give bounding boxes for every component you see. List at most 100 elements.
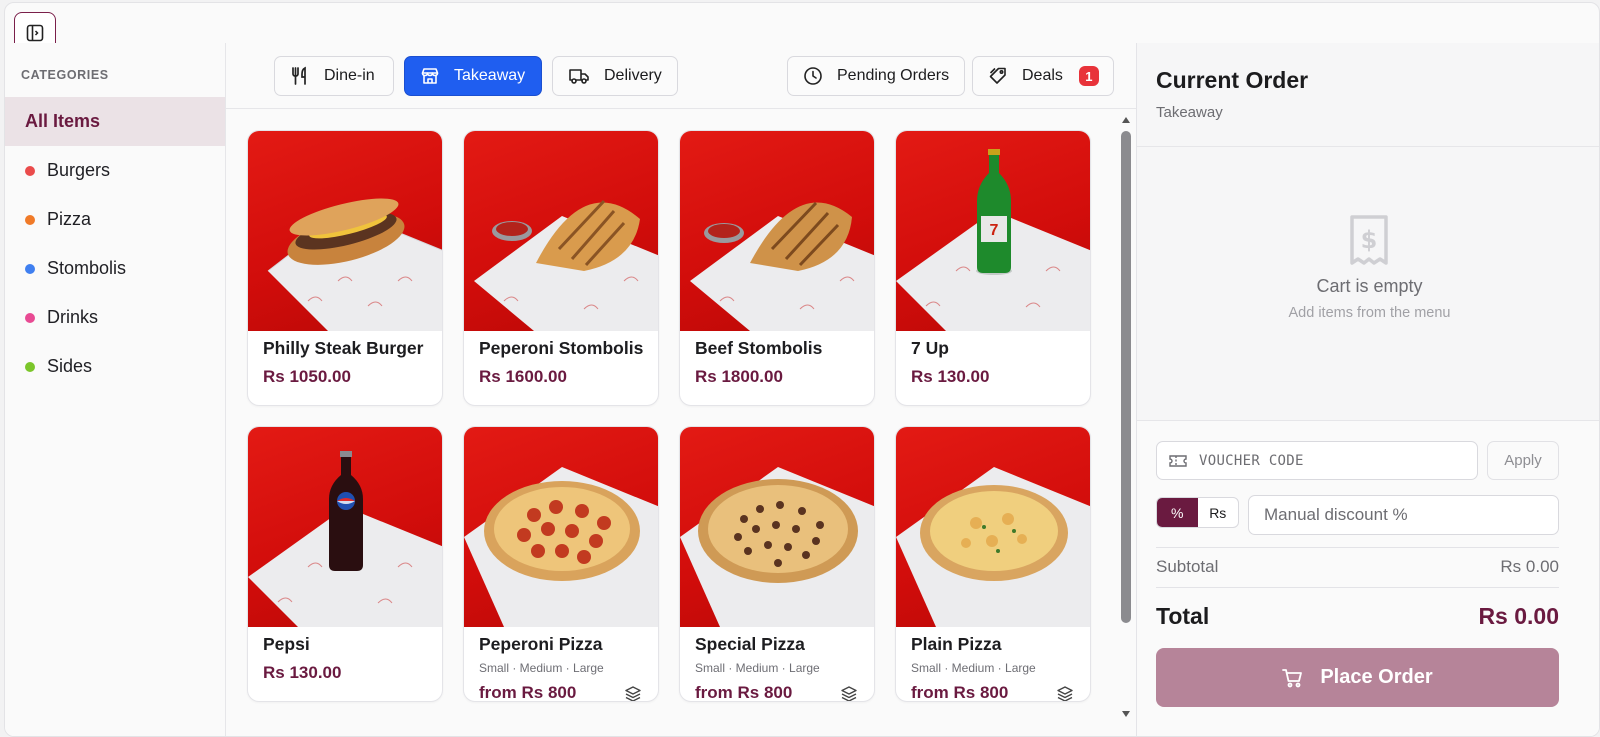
takeaway-button[interactable]: Takeaway (404, 56, 542, 96)
product-image: 7 (896, 131, 1090, 331)
product-price: from Rs 800 (479, 683, 577, 702)
category-sidebar: CATEGORIES All Items Burgers Pizza Stomb… (5, 43, 226, 736)
takeaway-label: Takeaway (454, 67, 526, 84)
order-header: Current Order Takeaway (1137, 43, 1599, 147)
category-label: Stombolis (47, 258, 127, 278)
product-name: Peperoni Stombolis (479, 338, 644, 358)
divider (1156, 547, 1559, 548)
category-label: Sides (47, 356, 93, 376)
current-order-panel: Current Order Takeaway $ Cart is empty A… (1136, 43, 1599, 736)
svg-text:$: $ (1361, 226, 1378, 254)
scrollbar-thumb[interactable] (1121, 131, 1131, 623)
product-sizes: Small · Medium · Large (911, 661, 1036, 675)
voucher-placeholder: VOUCHER CODE (1199, 452, 1304, 469)
product-image (464, 427, 658, 627)
product-price: Rs 130.00 (911, 367, 990, 386)
product-price: Rs 130.00 (263, 663, 342, 682)
category-label: Drinks (47, 307, 99, 327)
place-order-button[interactable]: Place Order (1156, 648, 1559, 707)
product-image (248, 427, 442, 627)
cart-icon (1282, 668, 1303, 687)
subtotal-value: Rs 0.00 (1500, 557, 1559, 576)
manual-discount-input[interactable]: Manual discount % (1248, 495, 1559, 535)
product-name: Peperoni Pizza (479, 634, 603, 654)
category-dot (25, 361, 35, 372)
product-card-philly-steak-burger[interactable]: Philly Steak Burger Rs 1050.00 (247, 130, 443, 406)
ticket-icon (1169, 454, 1187, 467)
product-image (464, 131, 658, 331)
utensils-icon (292, 66, 306, 85)
product-card-7-up[interactable]: 7 7 Up Rs 130.00 (895, 130, 1091, 406)
product-name: Special Pizza (695, 634, 805, 654)
category-burgers[interactable]: Burgers (5, 146, 225, 195)
product-card-beef-stombolis[interactable]: Beef Stombolis Rs 1800.00 (679, 130, 875, 406)
product-card-special-pizza[interactable]: Special Pizza Small · Medium · Large fro… (679, 426, 875, 702)
deals-button[interactable]: Deals 1 (972, 56, 1114, 96)
product-price: Rs 1050.00 (263, 367, 351, 386)
product-name: Philly Steak Burger (263, 338, 424, 358)
product-card-peperoni-pizza[interactable]: Peperoni Pizza Small · Medium · Large fr… (463, 426, 659, 702)
order-mode-label: Takeaway (1156, 104, 1223, 121)
product-image (248, 131, 442, 331)
category-all-items[interactable]: All Items (5, 97, 225, 146)
voucher-code-input[interactable]: VOUCHER CODE (1156, 441, 1478, 480)
layers-icon (625, 686, 641, 701)
category-sides[interactable]: Sides (5, 342, 225, 391)
product-image (680, 131, 874, 331)
product-price: from Rs 800 (911, 683, 1009, 702)
scroll-down-arrow-icon[interactable] (1121, 710, 1131, 718)
product-name: Pepsi (263, 634, 310, 654)
tag-icon (989, 67, 1006, 84)
delivery-label: Delivery (604, 67, 662, 84)
product-grid: Philly Steak Burger Rs 1050.00 Peperoni … (226, 109, 1116, 736)
category-drinks[interactable]: Drinks (5, 293, 225, 342)
total-value: Rs 0.00 (1478, 603, 1559, 629)
divider (1156, 587, 1559, 588)
product-name: 7 Up (911, 338, 949, 358)
order-summary: VOUCHER CODE Apply % Rs Manual discount … (1137, 420, 1599, 736)
empty-cart-title: Cart is empty (1316, 276, 1423, 296)
product-image (896, 427, 1090, 627)
product-grid-scrollbar[interactable] (1116, 109, 1136, 736)
product-card-plain-pizza[interactable]: Plain Pizza Small · Medium · Large from … (895, 426, 1091, 702)
category-label: Burgers (47, 160, 111, 180)
percent-discount-option[interactable]: % (1157, 498, 1198, 527)
receipt-dollar-icon: $ (1350, 215, 1388, 265)
order-title: Current Order (1156, 67, 1309, 93)
category-label: All Items (25, 111, 101, 131)
category-stombolis[interactable]: Stombolis (5, 244, 225, 293)
dine-in-button[interactable]: Dine-in (274, 56, 394, 96)
rupee-discount-option[interactable]: Rs (1198, 498, 1239, 527)
product-price: Rs 1600.00 (479, 367, 567, 386)
product-card-peperoni-stombolis[interactable]: Peperoni Stombolis Rs 1600.00 (463, 130, 659, 406)
category-dot (25, 214, 35, 225)
product-sizes: Small · Medium · Large (695, 661, 820, 675)
svg-text:7: 7 (990, 222, 999, 239)
dine-in-label: Dine-in (324, 67, 375, 84)
clock-icon (804, 67, 822, 85)
category-pizza[interactable]: Pizza (5, 195, 225, 244)
product-price: from Rs 800 (695, 683, 793, 702)
apply-voucher-button[interactable]: Apply (1487, 441, 1559, 480)
categories-heading: CATEGORIES (21, 68, 109, 82)
order-mode-bar: Dine-in Takeaway Delivery Pending Orders… (226, 43, 1136, 109)
layers-icon (841, 686, 857, 701)
deals-count-badge: 1 (1078, 66, 1099, 86)
product-name: Beef Stombolis (695, 338, 823, 358)
subtotal-label: Subtotal (1156, 557, 1219, 576)
pending-orders-label: Pending Orders (837, 67, 950, 84)
category-dot (25, 165, 35, 176)
layers-icon (1057, 686, 1073, 701)
product-sizes: Small · Medium · Large (479, 661, 604, 675)
truck-icon (569, 69, 589, 84)
place-order-label: Place Order (1320, 666, 1433, 688)
delivery-button[interactable]: Delivery (552, 56, 678, 96)
scroll-up-arrow-icon[interactable] (1121, 116, 1131, 124)
product-card-pepsi[interactable]: Pepsi Rs 130.00 (247, 426, 443, 702)
empty-cart: $ Cart is empty Add items from the menu (1137, 148, 1599, 420)
category-dot (25, 312, 35, 323)
category-dot (25, 263, 35, 274)
total-label: Total (1156, 603, 1210, 629)
pending-orders-button[interactable]: Pending Orders (787, 56, 965, 96)
product-name: Plain Pizza (911, 634, 1002, 654)
